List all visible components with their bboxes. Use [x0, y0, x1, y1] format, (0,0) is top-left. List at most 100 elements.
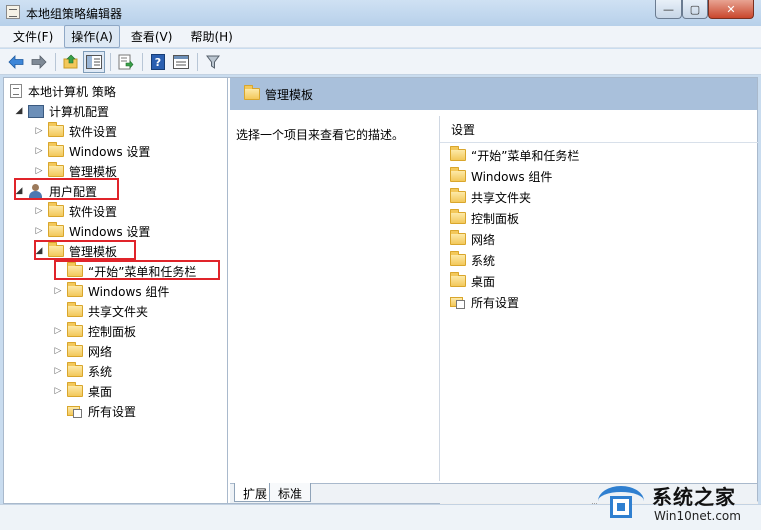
- tree-item-admin-templates[interactable]: ▷ 管理模板: [34, 162, 117, 180]
- show-hide-tree-button[interactable]: [83, 50, 105, 73]
- list-item[interactable]: 桌面: [446, 271, 495, 291]
- list-item[interactable]: Windows 组件: [446, 166, 552, 186]
- folder-icon: [67, 382, 83, 397]
- tree-item-label: 软件设置: [69, 204, 118, 219]
- tree-item-windows-settings[interactable]: ▷ Windows 设置: [34, 142, 150, 160]
- export-list-button[interactable]: [115, 51, 137, 73]
- tree-item-desktop[interactable]: ▷ 桌面: [53, 382, 112, 400]
- list-item[interactable]: 共享文件夹: [446, 187, 531, 207]
- tree-item-label: 网络: [88, 344, 113, 359]
- toolbar: ?: [0, 49, 761, 75]
- tree-item-label: 共享文件夹: [88, 304, 149, 319]
- expand-arrow-icon[interactable]: ▷: [53, 386, 63, 396]
- minimize-button[interactable]: —: [655, 0, 682, 19]
- tree-item-root[interactable]: 本地计算机 策略: [8, 82, 116, 100]
- tree-item-start-menu-taskbar[interactable]: “开始”菜单和任务栏: [53, 262, 196, 280]
- up-folder-icon: [63, 54, 78, 68]
- back-button[interactable]: [5, 51, 27, 73]
- folder-icon: [67, 362, 83, 377]
- folder-icon: [67, 322, 83, 337]
- menu-action[interactable]: 操作(A): [64, 25, 120, 48]
- help-icon: ?: [151, 53, 165, 70]
- list-item-label: 控制面板: [471, 211, 520, 226]
- list-item[interactable]: 所有设置: [446, 292, 519, 312]
- tree-item-label: 本地计算机 策略: [28, 84, 116, 99]
- expand-arrow-icon[interactable]: ▷: [34, 146, 44, 156]
- expand-arrow-icon[interactable]: ▷: [53, 366, 63, 376]
- properties-icon: [173, 54, 189, 69]
- folder-icon: [48, 222, 64, 237]
- list-item[interactable]: 系统: [446, 250, 495, 270]
- menu-view[interactable]: 查看(V): [124, 25, 180, 48]
- list-item[interactable]: 网络: [446, 229, 495, 249]
- watermark: 系统之家 Win10net.com: [590, 480, 761, 530]
- folder-icon: [450, 209, 466, 224]
- watermark-brand: 系统之家: [652, 485, 736, 509]
- list-item-label: 共享文件夹: [471, 190, 532, 205]
- expand-arrow-icon[interactable]: ▷: [34, 226, 44, 236]
- tree-item-user-config[interactable]: ◢ 用户配置: [14, 182, 97, 200]
- properties-button[interactable]: [170, 51, 192, 73]
- tree-item-label: Windows 设置: [69, 144, 151, 159]
- folder-icon: [450, 146, 466, 161]
- collapse-arrow-icon[interactable]: ◢: [34, 246, 44, 256]
- tree-item-computer-config[interactable]: ◢ 计算机配置: [14, 102, 109, 120]
- tree-item-label: Windows 设置: [69, 224, 151, 239]
- settings-list: 设置 “开始”菜单和任务栏 Windows 组件 共享文件夹 控制面板 网络 系…: [439, 116, 758, 518]
- tree-item-user-admin-templates[interactable]: ◢ 管理模板: [34, 242, 117, 260]
- tree-item-network[interactable]: ▷ 网络: [53, 342, 112, 360]
- filter-button[interactable]: [202, 51, 224, 73]
- toolbar-separator: [197, 52, 198, 71]
- tree-item-all-settings[interactable]: 所有设置: [53, 402, 136, 420]
- tree-item-label: 软件设置: [69, 124, 118, 139]
- close-button[interactable]: ✕: [708, 0, 754, 19]
- up-level-button[interactable]: [60, 51, 82, 73]
- folder-icon: [67, 262, 83, 277]
- expand-arrow-icon[interactable]: ▷: [34, 206, 44, 216]
- tree-item-label: 控制面板: [88, 324, 137, 339]
- collapse-arrow-icon[interactable]: ◢: [14, 106, 24, 116]
- main-area: 本地计算机 策略 ◢ 计算机配置 ▷ 软件设置 ▷ Windows 设置 ▷ 管…: [3, 77, 758, 518]
- list-item[interactable]: 控制面板: [446, 208, 519, 228]
- all-settings-icon: [450, 295, 466, 309]
- export-list-icon: [118, 54, 134, 69]
- tree-item-software-settings[interactable]: ▷ 软件设置: [34, 122, 117, 140]
- tab-standard[interactable]: 标准: [269, 483, 312, 502]
- menu-help[interactable]: 帮助(H): [183, 25, 239, 48]
- list-item-label: Windows 组件: [471, 169, 553, 184]
- folder-icon: [48, 142, 64, 157]
- expand-arrow-icon[interactable]: ▷: [53, 326, 63, 336]
- list-item[interactable]: “开始”菜单和任务栏: [446, 145, 579, 165]
- forward-button[interactable]: [28, 51, 50, 73]
- tree-item-control-panel[interactable]: ▷ 控制面板: [53, 322, 136, 340]
- details-pane: 管理模板 选择一个项目来查看它的描述。 设置 “开始”菜单和任务栏 Window…: [230, 78, 758, 518]
- tree-item-system[interactable]: ▷ 系统: [53, 362, 112, 380]
- tree-item-windows-components[interactable]: ▷ Windows 组件: [53, 282, 169, 300]
- list-item-label: “开始”菜单和任务栏: [471, 148, 580, 163]
- tree-item-label: 用户配置: [49, 184, 98, 199]
- description-text: 选择一个项目来查看它的描述。: [236, 128, 405, 142]
- app-icon: [6, 5, 20, 19]
- tree-item-shared-folders[interactable]: 共享文件夹: [53, 302, 148, 320]
- folder-icon: [450, 230, 466, 245]
- column-header-settings[interactable]: 设置: [440, 116, 758, 143]
- filter-icon: [206, 55, 220, 69]
- tree-item-user-software-settings[interactable]: ▷ 软件设置: [34, 202, 117, 220]
- expand-arrow-icon[interactable]: ▷: [34, 166, 44, 176]
- tree-item-user-windows-settings[interactable]: ▷ Windows 设置: [34, 222, 150, 240]
- svg-text:?: ?: [155, 56, 161, 69]
- expand-arrow-icon[interactable]: ▷: [53, 286, 63, 296]
- folder-icon: [67, 302, 83, 317]
- maximize-button[interactable]: ▢: [682, 0, 708, 19]
- folder-icon: [450, 272, 466, 287]
- expand-arrow-icon[interactable]: ▷: [34, 126, 44, 136]
- expand-arrow-icon[interactable]: ▷: [53, 346, 63, 356]
- folder-icon: [450, 251, 466, 266]
- collapse-arrow-icon[interactable]: ◢: [14, 186, 24, 196]
- help-button[interactable]: ?: [147, 51, 169, 73]
- window-title: 本地组策略编辑器: [26, 7, 123, 21]
- watermark-url: Win10net.com: [654, 509, 741, 523]
- menu-file[interactable]: 文件(F): [6, 25, 60, 48]
- title-bar: 本地组策略编辑器 — ▢ ✕: [0, 0, 761, 26]
- back-arrow-icon: [8, 54, 24, 69]
